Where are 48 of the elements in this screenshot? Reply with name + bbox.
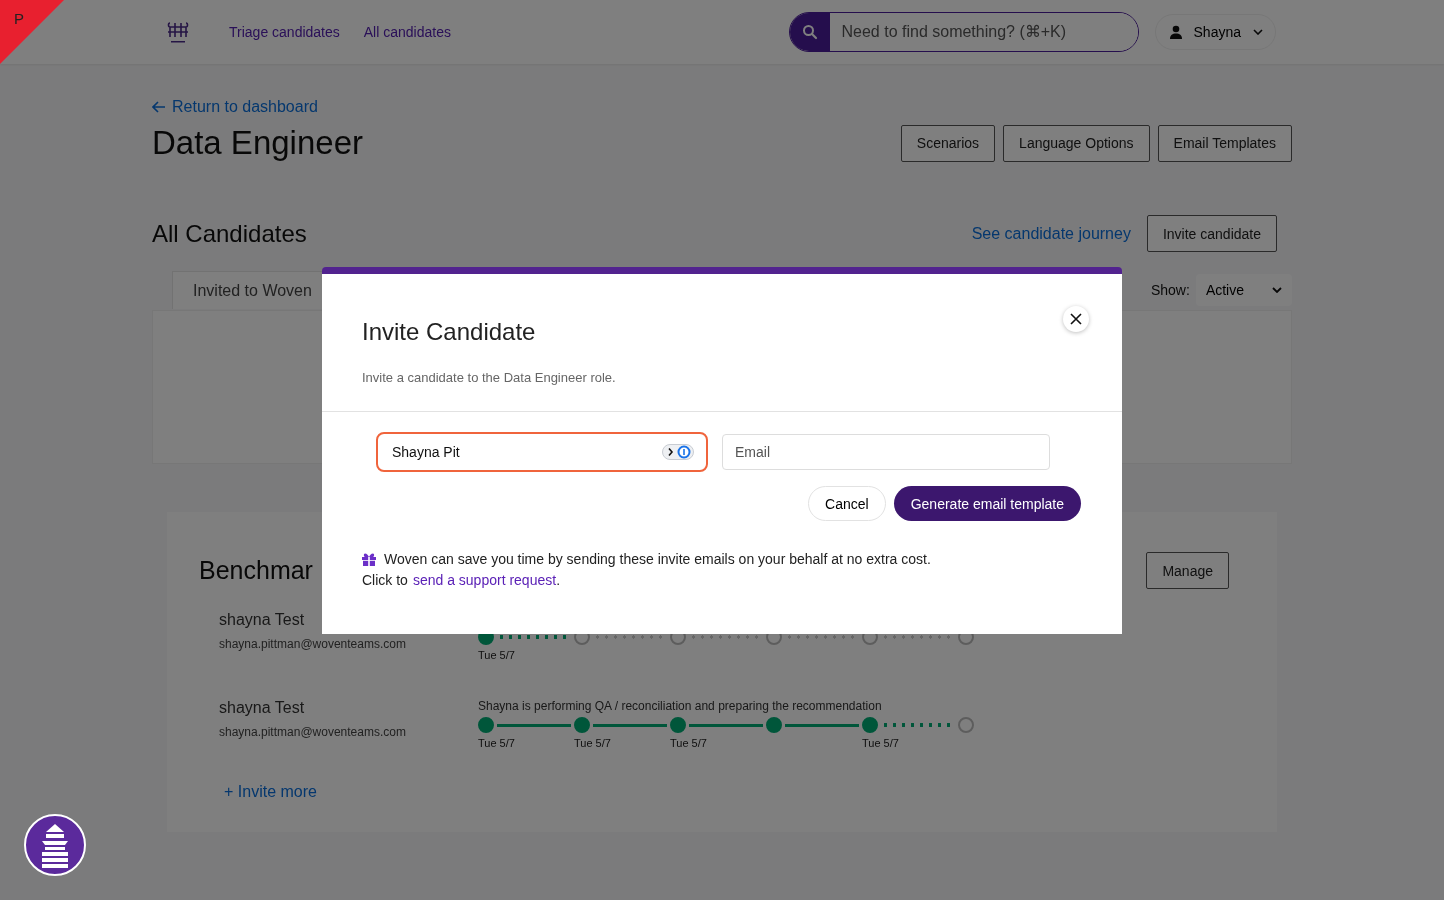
- filter-label: Show:: [1150, 282, 1190, 298]
- candidate-name: shayna Test: [219, 611, 306, 629]
- name-field[interactable]: Shayna Pit: [376, 432, 708, 472]
- chevron-down-icon: [1272, 287, 1282, 293]
- chevron-down-icon: [1253, 29, 1263, 35]
- search-icon: [801, 24, 818, 40]
- header-button[interactable]: Email Templates: [1157, 124, 1292, 162]
- note-text: Woven can save you time by sending these invite emails on your behalf at no extra cost.: [384, 551, 931, 567]
- generate-email-button[interactable]: Generate email template: [893, 486, 1081, 521]
- person-icon: [1169, 25, 1182, 39]
- back-link[interactable]: Return to dashboard: [152, 98, 318, 116]
- dialog-subtitle: Invite a candidate to the Data Engineer role.: [362, 370, 616, 385]
- benchmark-title: Benchmar: [199, 556, 313, 585]
- invite-candidate-button[interactable]: Invite candidate: [1146, 215, 1277, 252]
- step-date: Tue 5/7: [478, 737, 516, 749]
- close-icon: [1070, 313, 1082, 325]
- email-field[interactable]: Email: [722, 434, 1050, 470]
- note-prefix: Click to: [362, 572, 408, 588]
- pagoda-badge-icon[interactable]: [24, 814, 86, 876]
- step-date: Tue 5/7: [670, 737, 708, 749]
- user-menu-button[interactable]: Shayna: [1154, 14, 1276, 50]
- manage-button[interactable]: Manage: [1146, 552, 1229, 589]
- status-select[interactable]: Active: [1195, 274, 1292, 306]
- logo-icon[interactable]: [165, 19, 191, 45]
- step-date: Tue 5/7: [862, 737, 900, 749]
- autofill-icon[interactable]: [662, 444, 694, 460]
- section-title: All Candidates: [152, 219, 307, 248]
- candidate-journey-link[interactable]: See candidate journey: [971, 224, 1131, 243]
- cancel-button[interactable]: Cancel: [808, 486, 886, 521]
- close-button[interactable]: [1063, 306, 1089, 332]
- candidate-email: shayna.pittman@woventeams.com: [219, 637, 407, 651]
- candidate-status: Shayna is performing QA / reconciliation and preparing the recommendation: [478, 699, 883, 715]
- step-date: Tue 5/7: [478, 649, 516, 661]
- step-date: Tue 5/7: [574, 737, 612, 749]
- header-button[interactable]: Language Options: [1003, 124, 1150, 162]
- invite-more-link[interactable]: + Invite more: [224, 783, 317, 801]
- search-field[interactable]: Need to find something? (⌘+K): [788, 12, 1139, 52]
- nav-link[interactable]: Triage candidates: [229, 24, 340, 40]
- ribbon-letter: P: [14, 10, 24, 27]
- arrow-left-icon: [152, 101, 166, 113]
- header-button[interactable]: Scenarios: [900, 124, 996, 162]
- candidate-name: shayna Test: [219, 699, 306, 717]
- nav-link[interactable]: All candidates: [363, 24, 451, 40]
- candidate-email: shayna.pittman@woventeams.com: [219, 725, 407, 739]
- dialog-title: Invite Candidate: [362, 318, 536, 346]
- page-title: Data Engineer: [152, 124, 363, 162]
- note-suffix: .: [556, 572, 560, 588]
- gift-icon: [362, 552, 376, 566]
